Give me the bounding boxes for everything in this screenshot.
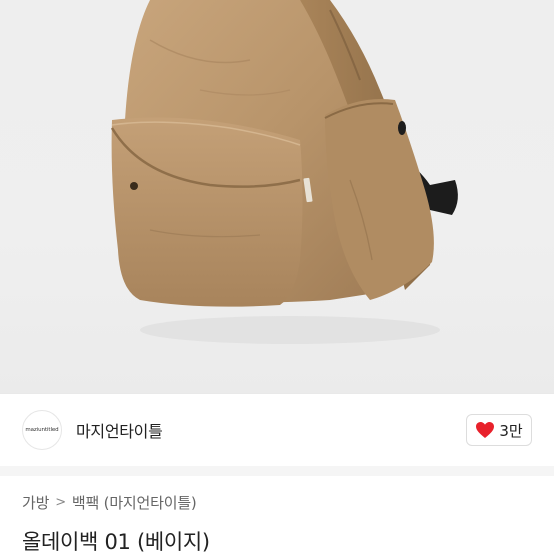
product-title: 올데이백 01 (베이지) bbox=[22, 530, 210, 554]
breadcrumb-subcategory[interactable]: 백팩 (마지언타이틀) bbox=[72, 492, 197, 513]
section-gap bbox=[0, 466, 554, 476]
brand-logo-text: maziuntitled bbox=[25, 427, 59, 433]
product-image[interactable] bbox=[0, 0, 554, 393]
brand-logo[interactable]: maziuntitled bbox=[22, 410, 62, 450]
product-page: maziuntitled 마지언타이틀 3만 가방 > 백팩 (마지언타이틀) … bbox=[0, 0, 554, 554]
like-button[interactable]: 3만 bbox=[466, 414, 532, 446]
heart-icon bbox=[476, 422, 495, 438]
backpack-illustration bbox=[110, 0, 458, 344]
brand-name[interactable]: 마지언타이틀 bbox=[76, 418, 163, 442]
brand-row[interactable]: maziuntitled 마지언타이틀 3만 bbox=[0, 394, 554, 466]
like-count: 3만 bbox=[499, 421, 523, 440]
breadcrumb: 가방 > 백팩 (마지언타이틀) bbox=[22, 492, 197, 513]
breadcrumb-category[interactable]: 가방 bbox=[22, 492, 49, 513]
chevron-right-icon: > bbox=[55, 495, 66, 510]
